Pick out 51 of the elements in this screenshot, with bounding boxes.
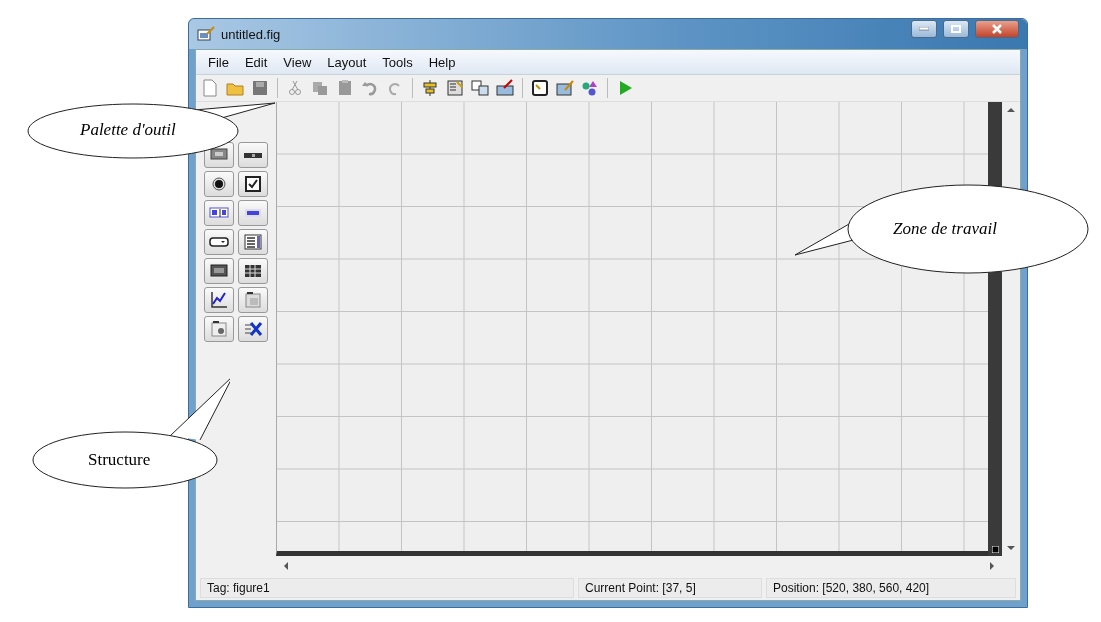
palette-button[interactable] bbox=[204, 229, 234, 255]
palette-button[interactable] bbox=[204, 200, 234, 226]
window-title: untitled.fig bbox=[221, 26, 282, 42]
menu-item[interactable]: File bbox=[200, 54, 237, 70]
radio-button-icon bbox=[209, 174, 229, 194]
down-arrow-icon bbox=[1007, 544, 1015, 552]
current-point-field: Current Point: [37, 5] bbox=[578, 578, 762, 598]
tab-order-icon bbox=[470, 78, 490, 98]
palette-button[interactable] bbox=[204, 171, 234, 197]
minimize-button[interactable] bbox=[911, 20, 937, 38]
code-editor-icon bbox=[530, 78, 550, 98]
toolbar-editor-icon bbox=[495, 78, 515, 98]
palette-button[interactable] bbox=[238, 200, 268, 226]
toolbar-button[interactable] bbox=[530, 78, 550, 98]
activex-icon bbox=[243, 319, 263, 339]
slider-icon bbox=[244, 152, 262, 158]
document-icon bbox=[200, 78, 220, 98]
figure-file-icon bbox=[197, 26, 215, 42]
resize-handle-icon bbox=[991, 546, 999, 553]
button-group-icon bbox=[209, 319, 229, 339]
callout-label: Structure bbox=[88, 450, 151, 470]
maximize-icon bbox=[951, 25, 961, 33]
palette-button[interactable] bbox=[238, 171, 268, 197]
right-arrow-icon bbox=[988, 562, 996, 570]
callout-label: Palette d'outil bbox=[80, 120, 176, 140]
axes-icon bbox=[209, 290, 229, 310]
align-icon bbox=[420, 78, 440, 98]
minimize-icon bbox=[919, 27, 929, 31]
menu-item[interactable]: Edit bbox=[236, 54, 276, 70]
close-button[interactable] bbox=[975, 20, 1019, 38]
property-editor-icon bbox=[555, 78, 575, 98]
menu-item[interactable]: Layout bbox=[319, 54, 375, 70]
position-field: Position: [520, 380, 560, 420] bbox=[766, 578, 1016, 598]
palette-button[interactable] bbox=[204, 287, 234, 313]
left-arrow-icon bbox=[282, 562, 290, 570]
listbox-icon bbox=[243, 232, 263, 252]
palette-button[interactable] bbox=[238, 258, 268, 284]
panel-icon bbox=[243, 290, 263, 310]
checkbox-icon bbox=[243, 174, 263, 194]
tag-field: Tag: figure1 bbox=[200, 578, 574, 598]
palette-button[interactable] bbox=[238, 142, 268, 168]
palette-button[interactable] bbox=[204, 258, 234, 284]
menu-item[interactable]: Tools bbox=[374, 54, 421, 70]
maximize-button[interactable] bbox=[943, 20, 969, 38]
menu-item[interactable]: Help bbox=[420, 54, 464, 70]
close-icon bbox=[992, 24, 1002, 34]
menu-editor-icon bbox=[445, 78, 465, 98]
palette-button[interactable] bbox=[238, 316, 268, 342]
callout-label: Zone de travail bbox=[893, 219, 997, 239]
menu-item[interactable]: View bbox=[275, 54, 320, 70]
up-arrow-icon bbox=[1007, 106, 1015, 114]
